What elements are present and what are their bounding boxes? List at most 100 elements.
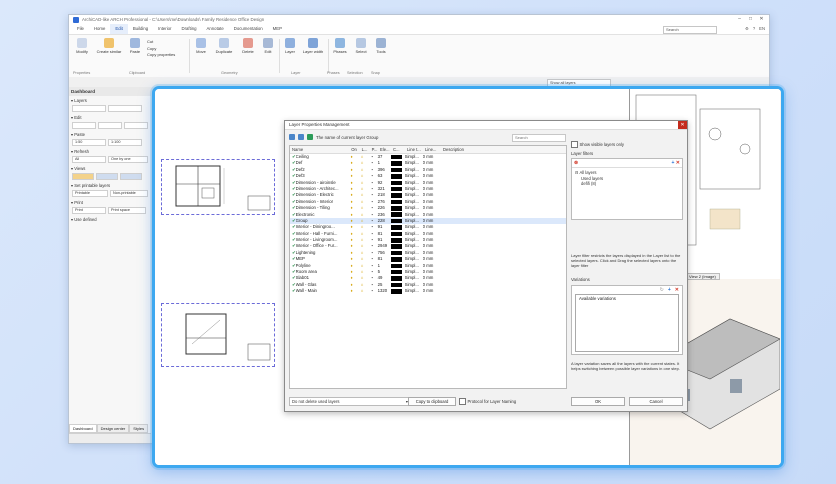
edit-control[interactable] xyxy=(124,122,148,129)
layer-row[interactable]: ✔ Wall - Main ♦ ⌂ ▪ 1320 Simpl... 0 mm xyxy=(290,288,566,294)
view-icon[interactable] xyxy=(72,173,94,180)
set-current-icon[interactable] xyxy=(307,134,313,140)
menu-building[interactable]: Building xyxy=(128,24,153,34)
tree-node-custom[interactable]: defifi (8) xyxy=(575,181,679,187)
edit-control[interactable] xyxy=(72,122,96,129)
paste-scale-input[interactable]: 1:100 xyxy=(108,139,142,146)
dialog-close-button[interactable]: ✕ xyxy=(678,121,687,129)
section-refresh[interactable]: ▾ Refresh xyxy=(69,147,151,155)
printer-icon[interactable]: ▪ xyxy=(367,288,378,294)
refresh-variation-icon[interactable]: ↻ xyxy=(660,287,664,293)
menu-documentation[interactable]: Documentation xyxy=(229,24,268,34)
remove-variation-icon[interactable]: ✕ xyxy=(675,287,679,293)
available-variations-list[interactable]: Available variations xyxy=(575,294,679,352)
refresh-all-button[interactable]: All xyxy=(72,156,106,163)
menu-file[interactable]: File xyxy=(72,24,89,34)
delete-button[interactable]: Delete xyxy=(239,38,257,54)
section-edit[interactable]: ▾ Edit xyxy=(69,113,151,121)
layer-search-input[interactable]: Search xyxy=(512,134,566,142)
section-views[interactable]: ▾ Views xyxy=(69,164,151,172)
edit-button[interactable]: Edit xyxy=(261,38,275,54)
print-button[interactable]: Print xyxy=(72,207,106,214)
color-swatch-box xyxy=(390,282,402,288)
variations-label: Variations xyxy=(571,277,590,282)
select-button[interactable]: Select xyxy=(352,38,370,54)
move-button[interactable]: Move xyxy=(193,38,209,54)
print-space-button[interactable]: Print space xyxy=(108,207,146,214)
refresh-one-by-one-button[interactable]: One by one xyxy=(108,156,148,163)
menu-drafting[interactable]: Drafting xyxy=(176,24,201,34)
section-plan-sheet[interactable] xyxy=(161,303,275,367)
layer-control[interactable] xyxy=(72,105,106,112)
menu-edit[interactable]: Edit xyxy=(110,24,128,34)
col-line-width[interactable]: Line... xyxy=(425,146,443,153)
delete-filter-icon[interactable]: ⊗ xyxy=(574,160,578,166)
add-variation-icon[interactable]: + xyxy=(668,287,671,293)
copy-to-clipboard-button[interactable]: Copy to clipboard xyxy=(408,397,456,406)
help-icon[interactable]: ? xyxy=(753,24,755,34)
menu-interior[interactable]: Interior xyxy=(153,24,176,34)
line-width[interactable]: 0 mm xyxy=(423,288,441,294)
bulb-icon[interactable]: ♦ xyxy=(346,288,358,294)
view-icon[interactable] xyxy=(120,173,142,180)
tab-styles[interactable]: Styles xyxy=(129,424,149,433)
col-color[interactable]: C... xyxy=(393,146,407,153)
language-indicator[interactable]: EN xyxy=(759,24,765,34)
paste-scale-input[interactable]: 1:50 xyxy=(72,139,106,146)
line-type[interactable]: Simpl... xyxy=(405,288,423,294)
copy-layer-icon[interactable] xyxy=(298,134,304,140)
col-print[interactable]: P... xyxy=(369,146,380,153)
cancel-button[interactable]: Cancel xyxy=(629,397,683,406)
menu-mep[interactable]: MEP xyxy=(268,24,287,34)
copy-properties-button[interactable]: Copy properties xyxy=(147,52,175,59)
section-use-defined[interactable]: ▾ Use defined xyxy=(69,215,151,223)
col-lock[interactable]: L... xyxy=(360,146,369,153)
tools-button[interactable]: Tools xyxy=(373,38,389,54)
col-name[interactable]: Name xyxy=(290,146,348,153)
ribbon-search-input[interactable]: Search xyxy=(663,25,717,34)
color-swatch-box xyxy=(390,238,402,243)
layer-button[interactable]: Layer xyxy=(282,38,298,54)
section-set-printable-layers[interactable]: ▾ Set printable layers xyxy=(69,181,151,189)
printable-button[interactable]: Printable xyxy=(72,190,108,197)
maximize-icon[interactable]: □ xyxy=(745,15,756,24)
settings-icon[interactable]: ⚙ xyxy=(745,24,749,34)
phases-button[interactable]: Phases xyxy=(331,38,349,54)
col-on[interactable]: On xyxy=(348,146,360,153)
col-line-type[interactable]: Line t... xyxy=(407,146,425,153)
show-visible-checkbox[interactable]: Show visible layers only xyxy=(571,141,624,148)
tab-design-center[interactable]: Design center xyxy=(96,424,130,433)
add-filter-icon[interactable]: + xyxy=(671,160,674,166)
lock-icon[interactable]: ⌂ xyxy=(358,288,367,294)
section-layers[interactable]: ▾ Layers xyxy=(69,96,151,104)
col-elements[interactable]: Ele... xyxy=(380,146,393,153)
modify-button[interactable]: Modify xyxy=(73,38,91,54)
layer-control[interactable] xyxy=(108,105,142,112)
paste-button[interactable]: Paste xyxy=(127,38,143,54)
layer-width-button[interactable]: Layer width xyxy=(301,38,325,54)
ok-button[interactable]: OK xyxy=(571,397,625,406)
variations-box: ↻ + ✕ Available variations xyxy=(571,285,683,355)
duplicate-button[interactable]: Duplicate xyxy=(213,38,235,54)
edit-control[interactable] xyxy=(98,122,122,129)
view-icon[interactable] xyxy=(96,173,118,180)
color-swatch[interactable] xyxy=(390,288,405,294)
section-print[interactable]: ▾ Print xyxy=(69,198,151,206)
col-description[interactable]: Description xyxy=(443,146,566,153)
delete-option-select[interactable]: Do not delete used layers ▾ xyxy=(289,397,411,406)
protocol-checkbox[interactable]: Protocol for Layer Naming xyxy=(459,398,516,405)
tab-dashboard[interactable]: Dashboard xyxy=(69,424,97,433)
create-similar-button[interactable]: Create similar xyxy=(95,38,123,54)
section-paste[interactable]: ▾ Paste xyxy=(69,130,151,138)
floor-plan-sheet[interactable] xyxy=(161,159,275,215)
menu-annotate[interactable]: Annotate xyxy=(202,24,229,34)
new-layer-icon[interactable] xyxy=(289,134,295,140)
remove-filter-icon[interactable]: ✕ xyxy=(676,160,680,166)
view-label[interactable]: View 2 (Image) xyxy=(685,273,720,280)
close-icon[interactable]: ✕ xyxy=(756,15,767,24)
menu-home[interactable]: Home xyxy=(89,24,110,34)
description[interactable] xyxy=(441,288,566,294)
non-printable-button[interactable]: Non-printable xyxy=(110,190,148,197)
minimize-icon[interactable]: – xyxy=(734,15,745,24)
phases-icon xyxy=(335,38,345,48)
